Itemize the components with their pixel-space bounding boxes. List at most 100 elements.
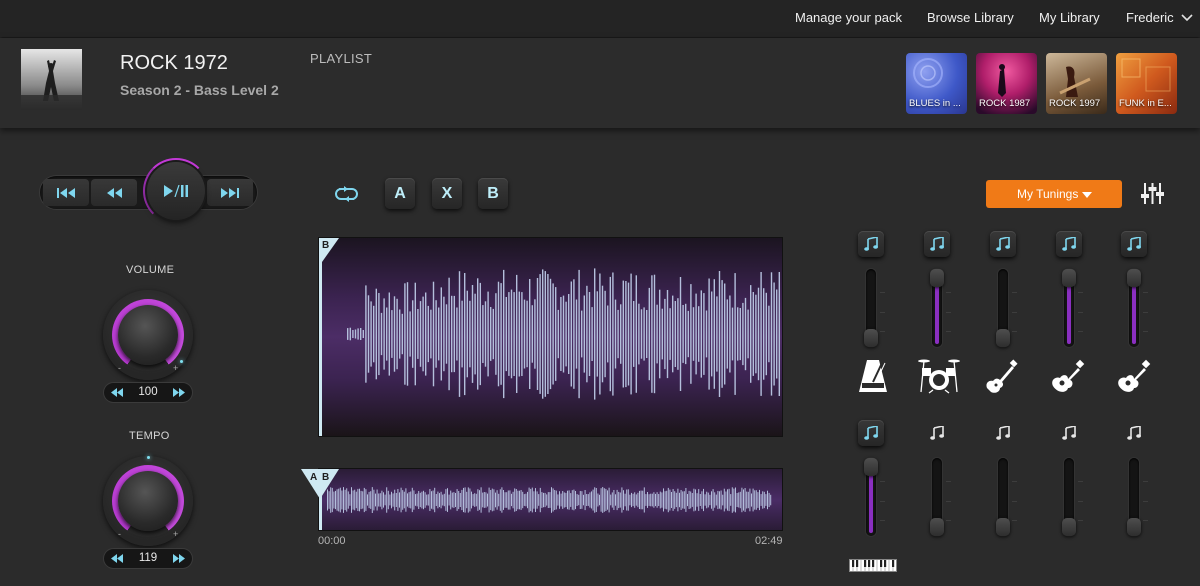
waveform-bar (578, 269, 580, 399)
top-fader-track-1[interactable] (864, 269, 878, 347)
waveform-bar (495, 293, 497, 375)
overview-bar (411, 487, 413, 513)
waveform-bar (640, 309, 643, 359)
clear-loop-button[interactable]: X (432, 178, 462, 209)
overview-bar (431, 491, 432, 509)
loop-icon[interactable] (333, 184, 360, 204)
my-tunings-dropdown[interactable]: My Tunings (986, 180, 1122, 208)
overview-bar (559, 491, 560, 509)
top-channel-toggle-2[interactable] (924, 231, 950, 257)
waveform-bar (653, 274, 656, 394)
overview-bar (738, 492, 740, 508)
fader-tick (946, 331, 951, 332)
overview-bar (640, 490, 642, 510)
volume-knob[interactable]: - + (103, 290, 193, 380)
waveform-bar (352, 330, 354, 338)
bottom-channel-toggle-3[interactable] (990, 420, 1016, 446)
nav-manage-pack[interactable]: Manage your pack (795, 10, 902, 25)
top-fader-track-2[interactable] (930, 269, 944, 347)
skip-forward-button[interactable] (207, 179, 253, 206)
fader-thumb[interactable] (996, 329, 1010, 347)
bottom-channel-toggle-4[interactable] (1056, 420, 1082, 446)
play-pause-button[interactable] (147, 162, 205, 220)
nav-browse-library[interactable]: Browse Library (927, 10, 1014, 25)
overview-bar (706, 491, 708, 509)
fader-thumb[interactable] (1127, 269, 1141, 287)
overview-bar (391, 491, 392, 509)
overview-bar (501, 487, 503, 513)
fader-thumb[interactable] (1062, 269, 1076, 287)
bottom-fader-track-3[interactable] (996, 458, 1010, 536)
overview-bar (451, 492, 453, 508)
overview-bar (552, 488, 554, 512)
overview-bar (739, 491, 741, 509)
bottom-fader-track-1[interactable] (864, 458, 878, 536)
top-fader-track-4[interactable] (1062, 269, 1076, 347)
playlist-item-rock-1997[interactable]: ROCK 1997 (1046, 53, 1107, 114)
top-fader-track-5[interactable] (1127, 269, 1141, 347)
bottom-fader-track-2[interactable] (930, 458, 944, 536)
waveform-bar (570, 281, 572, 387)
overview-bar (517, 490, 519, 510)
overview-bar (490, 490, 492, 511)
fader-thumb[interactable] (1062, 518, 1076, 536)
user-menu[interactable]: Frederic (1126, 10, 1174, 25)
fader-tick (1012, 331, 1017, 332)
overview-bar (664, 491, 666, 509)
skip-back-button[interactable] (43, 179, 89, 206)
bottom-channel-toggle-5[interactable] (1121, 420, 1147, 446)
playlist-item-blues[interactable]: BLUES in ... (906, 53, 967, 114)
waveform-bar (747, 309, 749, 359)
overview-waveform[interactable] (318, 468, 783, 531)
nav-my-library[interactable]: My Library (1039, 10, 1100, 25)
waveform-bar (542, 269, 544, 399)
playlist-item-rock-1987[interactable]: ROCK 1987 (976, 53, 1037, 114)
main-waveform[interactable]: B (318, 237, 783, 437)
fader-thumb[interactable] (930, 518, 944, 536)
waveform-bar (625, 281, 627, 388)
bottom-channel-toggle-1[interactable] (858, 420, 884, 446)
top-channel-toggle-5[interactable] (1121, 231, 1147, 257)
fader-thumb[interactable] (864, 458, 878, 476)
set-a-button[interactable]: A (385, 178, 415, 209)
increase-icon[interactable] (172, 386, 186, 399)
rewind-button[interactable] (91, 179, 137, 206)
increase-icon[interactable] (172, 552, 186, 565)
set-b-button[interactable]: B (478, 178, 508, 209)
fader-thumb[interactable] (930, 269, 944, 287)
top-channel-toggle-1[interactable] (858, 231, 884, 257)
playlist-item-label: ROCK 1987 (979, 98, 1031, 109)
waveform-bar (435, 300, 437, 368)
overview-bar (658, 494, 660, 506)
overview-bar (736, 493, 738, 507)
waveform-bar (531, 305, 533, 363)
waveform-bar (659, 289, 661, 379)
waveform-bar (583, 295, 585, 373)
playlist-item-funk[interactable]: FUNK in E... (1116, 53, 1177, 114)
tempo-knob[interactable]: - + (103, 456, 193, 546)
playhead[interactable] (319, 238, 322, 436)
waveform-bar (414, 282, 416, 386)
waveform-bar (466, 290, 468, 378)
overview-bar (512, 491, 514, 509)
top-channel-toggle-3[interactable] (990, 231, 1016, 257)
mixer-settings-icon[interactable] (1140, 181, 1165, 206)
overview-bar (533, 491, 535, 509)
fader-thumb[interactable] (1127, 518, 1141, 536)
waveform-bar (417, 309, 419, 359)
top-channel-toggle-4[interactable] (1056, 231, 1082, 257)
bottom-channel-toggle-2[interactable] (924, 420, 950, 446)
ab-marker[interactable] (300, 469, 340, 501)
fader-tick (1143, 331, 1148, 332)
overview-bar (357, 488, 359, 511)
top-fader-track-3[interactable] (996, 269, 1010, 347)
waveform-bar (409, 311, 411, 357)
bottom-fader-track-4[interactable] (1062, 458, 1076, 536)
bottom-fader-track-5[interactable] (1127, 458, 1141, 536)
overview-bar (587, 494, 589, 506)
chevron-down-icon[interactable] (1180, 11, 1194, 25)
overview-bar (634, 492, 636, 508)
fader-thumb[interactable] (864, 329, 878, 347)
fader-thumb[interactable] (996, 518, 1010, 536)
skip-forward-icon (221, 187, 239, 198)
